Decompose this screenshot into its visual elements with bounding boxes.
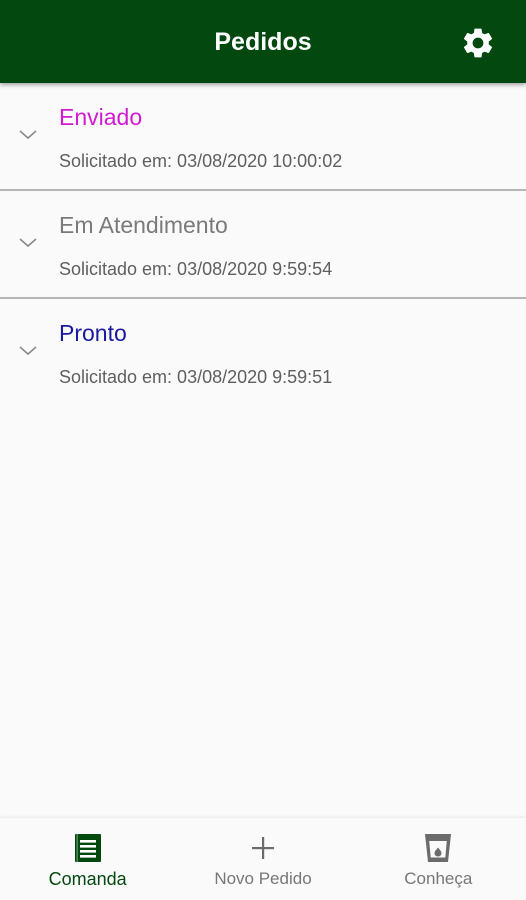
chevron-down-icon[interactable] bbox=[18, 236, 38, 250]
orders-list: Enviado Solicitado em: 03/08/2020 10:00:… bbox=[0, 83, 526, 405]
chevron-down-icon[interactable] bbox=[18, 344, 38, 358]
page-title: Pedidos bbox=[214, 28, 312, 56]
gear-icon bbox=[463, 28, 493, 58]
receipt-icon bbox=[74, 834, 101, 862]
nav-item-comanda[interactable]: Comanda bbox=[0, 818, 175, 900]
order-status: Em Atendimento bbox=[59, 212, 228, 238]
order-requested-time: Solicitado em: 03/08/2020 9:59:51 bbox=[59, 367, 333, 387]
chevron-down-icon[interactable] bbox=[18, 128, 38, 142]
order-requested-time: Solicitado em: 03/08/2020 10:00:02 bbox=[59, 151, 343, 171]
order-status: Enviado bbox=[59, 104, 143, 130]
bottom-navigation: Comanda Novo Pedido Conheça bbox=[0, 818, 526, 900]
nav-label-novo-pedido: Novo Pedido bbox=[214, 869, 312, 888]
cup-icon bbox=[425, 834, 452, 862]
nav-label-conheca: Conheça bbox=[404, 869, 473, 888]
order-item[interactable]: Em Atendimento Solicitado em: 03/08/2020… bbox=[0, 191, 526, 299]
nav-label-comanda: Comanda bbox=[48, 869, 127, 889]
settings-button[interactable] bbox=[459, 24, 497, 62]
order-requested-time: Solicitado em: 03/08/2020 9:59:54 bbox=[59, 259, 333, 279]
order-item[interactable]: Pronto Solicitado em: 03/08/2020 9:59:51 bbox=[0, 299, 526, 405]
nav-item-conheca[interactable]: Conheça bbox=[351, 818, 526, 900]
order-status: Pronto bbox=[59, 320, 127, 346]
order-item[interactable]: Enviado Solicitado em: 03/08/2020 10:00:… bbox=[0, 83, 526, 191]
nav-item-novo-pedido[interactable]: Novo Pedido bbox=[175, 818, 350, 900]
plus-icon bbox=[251, 837, 274, 859]
app-bar: Pedidos bbox=[0, 0, 526, 83]
